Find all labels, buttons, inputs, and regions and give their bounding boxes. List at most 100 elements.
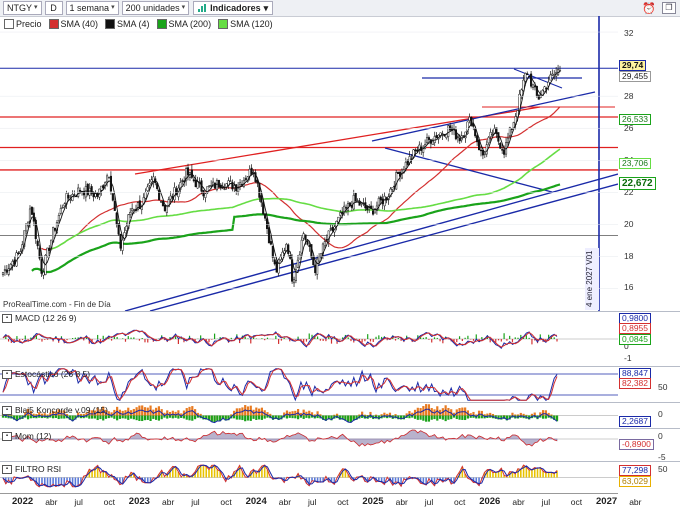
restore-window-icon[interactable]: ❐ (662, 2, 676, 14)
stochastic-label[interactable]: ▪ Estocástico (26 8 5) (2, 369, 90, 379)
momentum-label-text: Mom (12) (15, 431, 52, 441)
watermark: ProRealTime.com - Fin de Día (3, 300, 111, 309)
candle-body (289, 255, 292, 259)
time-axis-month-label: abr (162, 497, 175, 507)
momentum-label[interactable]: ▪ Mom (12) (2, 431, 51, 441)
chevron-down-icon: ▾ (181, 4, 186, 11)
time-axis-month-label: jul (424, 497, 434, 507)
momentum-tick: -5 (658, 452, 666, 462)
price-tick: 20 (624, 219, 634, 229)
rsi-label[interactable]: ▪ FILTRO RSI (2, 464, 61, 474)
candle-body (264, 213, 267, 219)
candle-body (204, 193, 207, 198)
candle-body (53, 227, 57, 231)
time-axis-month-label: abr (512, 497, 525, 507)
momentum-area (2, 429, 558, 447)
candle-body (414, 149, 417, 152)
candle-body (111, 193, 114, 201)
candle-body (146, 186, 149, 192)
candle-body (159, 201, 163, 203)
time-axis-month-label: oct (570, 497, 583, 507)
units-text: 200 unidades (125, 3, 180, 13)
candle-body (487, 137, 490, 144)
candle-body (57, 215, 60, 222)
candle-body (163, 204, 166, 212)
candle-body (244, 178, 247, 180)
panel-menu-icon[interactable]: ▪ (2, 405, 12, 415)
candle-body (296, 259, 299, 268)
candle-body (337, 216, 340, 223)
candle-body (489, 132, 492, 137)
candle-body (302, 233, 305, 239)
candle-body (510, 128, 513, 130)
rsi-value-badge-1: 77,298 (619, 465, 651, 476)
candle-body (314, 264, 317, 274)
d-button[interactable]: D (44, 1, 63, 15)
candle-body (447, 125, 450, 137)
candle-body (425, 137, 429, 143)
panel-menu-icon[interactable]: ▪ (2, 313, 12, 323)
indicators-button[interactable]: Indicadores ▾ (193, 1, 274, 15)
time-axis-month-label: oct (337, 497, 349, 507)
vertical-line-label: 4 ene 2027 V01 (585, 248, 599, 310)
candle-body (165, 205, 168, 213)
time-axis-year-label: 2026 (479, 496, 501, 507)
sma120-line (50, 148, 561, 250)
candle-body (551, 73, 554, 76)
candle-body (530, 73, 533, 87)
candle-body (144, 192, 147, 199)
stochastic-d-badge: 82,382 (619, 378, 651, 389)
candle-body (537, 94, 540, 100)
time-axis[interactable]: 2022 abr jul oct 2023 abr jul oct 2024 abr jul oct 2… (0, 493, 641, 509)
price-tick: 32 (624, 28, 634, 38)
candle-body (73, 194, 76, 196)
candle-body (312, 256, 315, 266)
candle-body (221, 187, 224, 189)
candle-body (358, 201, 361, 206)
time-axis-year-label: 2025 (362, 496, 384, 507)
alarm-clock-icon[interactable]: ⏰ (642, 2, 656, 15)
candle-body (449, 125, 452, 131)
koncorde-value-badge: 2,2687 (619, 416, 651, 427)
candle-body (194, 179, 197, 187)
rsi-filter-chart[interactable] (0, 462, 618, 493)
candle-body (501, 149, 504, 151)
candle-body (391, 187, 394, 190)
price-chart[interactable] (0, 16, 618, 311)
candle-body (248, 168, 251, 177)
units-selector[interactable]: 200 unidades ▾ (121, 1, 190, 15)
sma40-badge: 26,533 (619, 114, 651, 125)
candle-body (285, 243, 288, 251)
panel-menu-icon[interactable]: ▪ (2, 464, 12, 474)
momentum-value-badge: -0,8900 (619, 439, 654, 450)
candle-body (491, 133, 494, 136)
macd-label[interactable]: ▪ MACD (12 26 9) (2, 313, 76, 323)
candle-body (181, 180, 184, 182)
candle-body (215, 180, 218, 191)
candle-body (343, 205, 346, 212)
indicators-icon (198, 4, 208, 12)
candle-body (339, 212, 342, 216)
sma200-line (31, 183, 561, 274)
stochastic-chart[interactable] (0, 367, 618, 402)
candle-body (262, 202, 265, 215)
candle-body (121, 239, 124, 251)
symbol-selector[interactable]: NTGY ▾ (3, 1, 42, 15)
panel-menu-icon[interactable]: ▪ (2, 369, 12, 379)
candle-body (113, 201, 116, 211)
candle-body (435, 135, 438, 139)
sma120-badge: 23,706 (619, 158, 651, 169)
candle-body (150, 179, 153, 183)
macd-chart[interactable] (0, 312, 618, 366)
momentum-chart[interactable] (0, 429, 618, 461)
candle-body (63, 203, 66, 207)
time-axis-year-label: 2023 (128, 496, 150, 507)
candle-body (260, 195, 263, 203)
period-selector[interactable]: 1 semana ▾ (65, 1, 119, 15)
rsi-tick: 50 (658, 464, 668, 474)
chevron-down-icon: ▾ (263, 2, 269, 13)
panel-menu-icon[interactable]: ▪ (2, 431, 12, 441)
candle-body (40, 259, 43, 274)
koncorde-label[interactable]: ▪ Blai5 Koncorde v.09 (15) (2, 405, 108, 415)
candle-body (269, 241, 272, 245)
